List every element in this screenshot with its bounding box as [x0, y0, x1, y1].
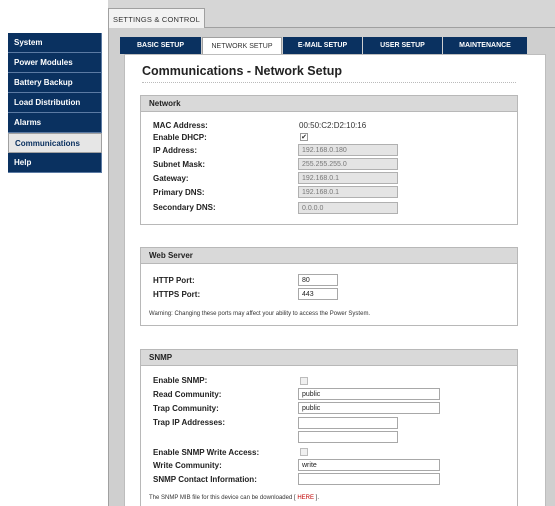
web-server-section-title: Web Server — [141, 248, 517, 264]
read-community-field[interactable]: public — [298, 388, 440, 400]
ip-address-field[interactable]: 192.168.0.180 — [298, 144, 398, 156]
trap-community-label: Trap Community: — [153, 403, 219, 413]
mib-note-text: The SNMP MIB file for this device can be… — [149, 495, 296, 501]
subnet-mask-field[interactable]: 255.255.255.0 — [298, 158, 398, 170]
trap-ip-address-field-1[interactable] — [298, 417, 398, 429]
ip-address-label: IP Address: — [153, 145, 198, 155]
read-community-label: Read Community: — [153, 389, 222, 399]
mac-address-label: MAC Address: — [153, 120, 208, 130]
subnet-mask-label: Subnet Mask: — [153, 159, 206, 169]
sidebar-item-power-modules[interactable]: Power Modules — [8, 53, 102, 73]
web-server-section: Web Server HTTP Port: 80 HTTPS Port: 443… — [140, 247, 518, 326]
mib-download-note: The SNMP MIB file for this device can be… — [149, 495, 319, 501]
network-section: Network MAC Address: 00:50:C2:D2:10:16 E… — [140, 95, 518, 225]
snmp-contact-label: SNMP Contact Information: — [153, 474, 257, 484]
gateway-label: Gateway: — [153, 173, 189, 183]
tab-settings-control[interactable]: SETTINGS & CONTROL — [108, 8, 205, 29]
sidebar-item-help[interactable]: Help — [8, 153, 102, 173]
http-port-field[interactable]: 80 — [298, 274, 338, 286]
sidebar-item-battery-backup[interactable]: Battery Backup — [8, 73, 102, 93]
page-title: Communications - Network Setup — [142, 64, 516, 83]
trap-community-field[interactable]: public — [298, 402, 440, 414]
http-port-label: HTTP Port: — [153, 275, 195, 285]
snmp-contact-field[interactable] — [298, 473, 440, 485]
enable-snmp-checkbox[interactable] — [300, 377, 308, 385]
tab-basic-setup[interactable]: BASIC SETUP — [120, 37, 201, 54]
network-section-title: Network — [141, 96, 517, 112]
https-port-label: HTTPS Port: — [153, 289, 201, 299]
port-warning-text: Warning: Changing these ports may affect… — [149, 311, 371, 317]
gateway-field[interactable]: 192.168.0.1 — [298, 172, 398, 184]
sidebar-item-system[interactable]: System — [8, 33, 102, 53]
sidebar-item-communications[interactable]: Communications — [8, 133, 102, 153]
trap-ip-addresses-label: Trap IP Addresses: — [153, 417, 226, 427]
enable-write-access-label: Enable SNMP Write Access: — [153, 447, 260, 457]
sidebar-item-load-distribution[interactable]: Load Distribution — [8, 93, 102, 113]
tab-maintenance[interactable]: MAINTENANCE — [443, 37, 527, 54]
primary-dns-field[interactable]: 192.168.0.1 — [298, 186, 398, 198]
enable-snmp-label: Enable SNMP: — [153, 375, 208, 385]
write-community-label: Write Community: — [153, 460, 222, 470]
https-port-field[interactable]: 443 — [298, 288, 338, 300]
mac-address-value: 00:50:C2:D2:10:16 — [299, 121, 367, 130]
snmp-section-title: SNMP — [141, 350, 517, 366]
subtab-bar: BASIC SETUP NETWORK SETUP E-MAIL SETUP U… — [120, 37, 528, 55]
sidebar-item-alarms[interactable]: Alarms — [8, 113, 102, 133]
sidebar-nav: System Power Modules Battery Backup Load… — [8, 33, 102, 173]
tab-user-setup[interactable]: USER SETUP — [363, 37, 442, 54]
mib-download-link[interactable]: HERE — [297, 495, 314, 501]
tab-email-setup[interactable]: E-MAIL SETUP — [283, 37, 362, 54]
snmp-section: SNMP Enable SNMP: Read Community: public… — [140, 349, 518, 506]
write-community-field[interactable]: write — [298, 459, 440, 471]
enable-dhcp-checkbox[interactable]: ✔ — [300, 133, 308, 141]
mib-note-end: ]. — [315, 495, 319, 501]
enable-write-access-checkbox[interactable] — [300, 448, 308, 456]
enable-dhcp-label: Enable DHCP: — [153, 132, 207, 142]
secondary-dns-field[interactable]: 0.0.0.0 — [298, 202, 398, 214]
trap-ip-address-field-2[interactable] — [298, 431, 398, 443]
secondary-dns-label: Secondary DNS: — [153, 202, 216, 212]
primary-dns-label: Primary DNS: — [153, 187, 205, 197]
tab-network-setup[interactable]: NETWORK SETUP — [202, 37, 282, 55]
